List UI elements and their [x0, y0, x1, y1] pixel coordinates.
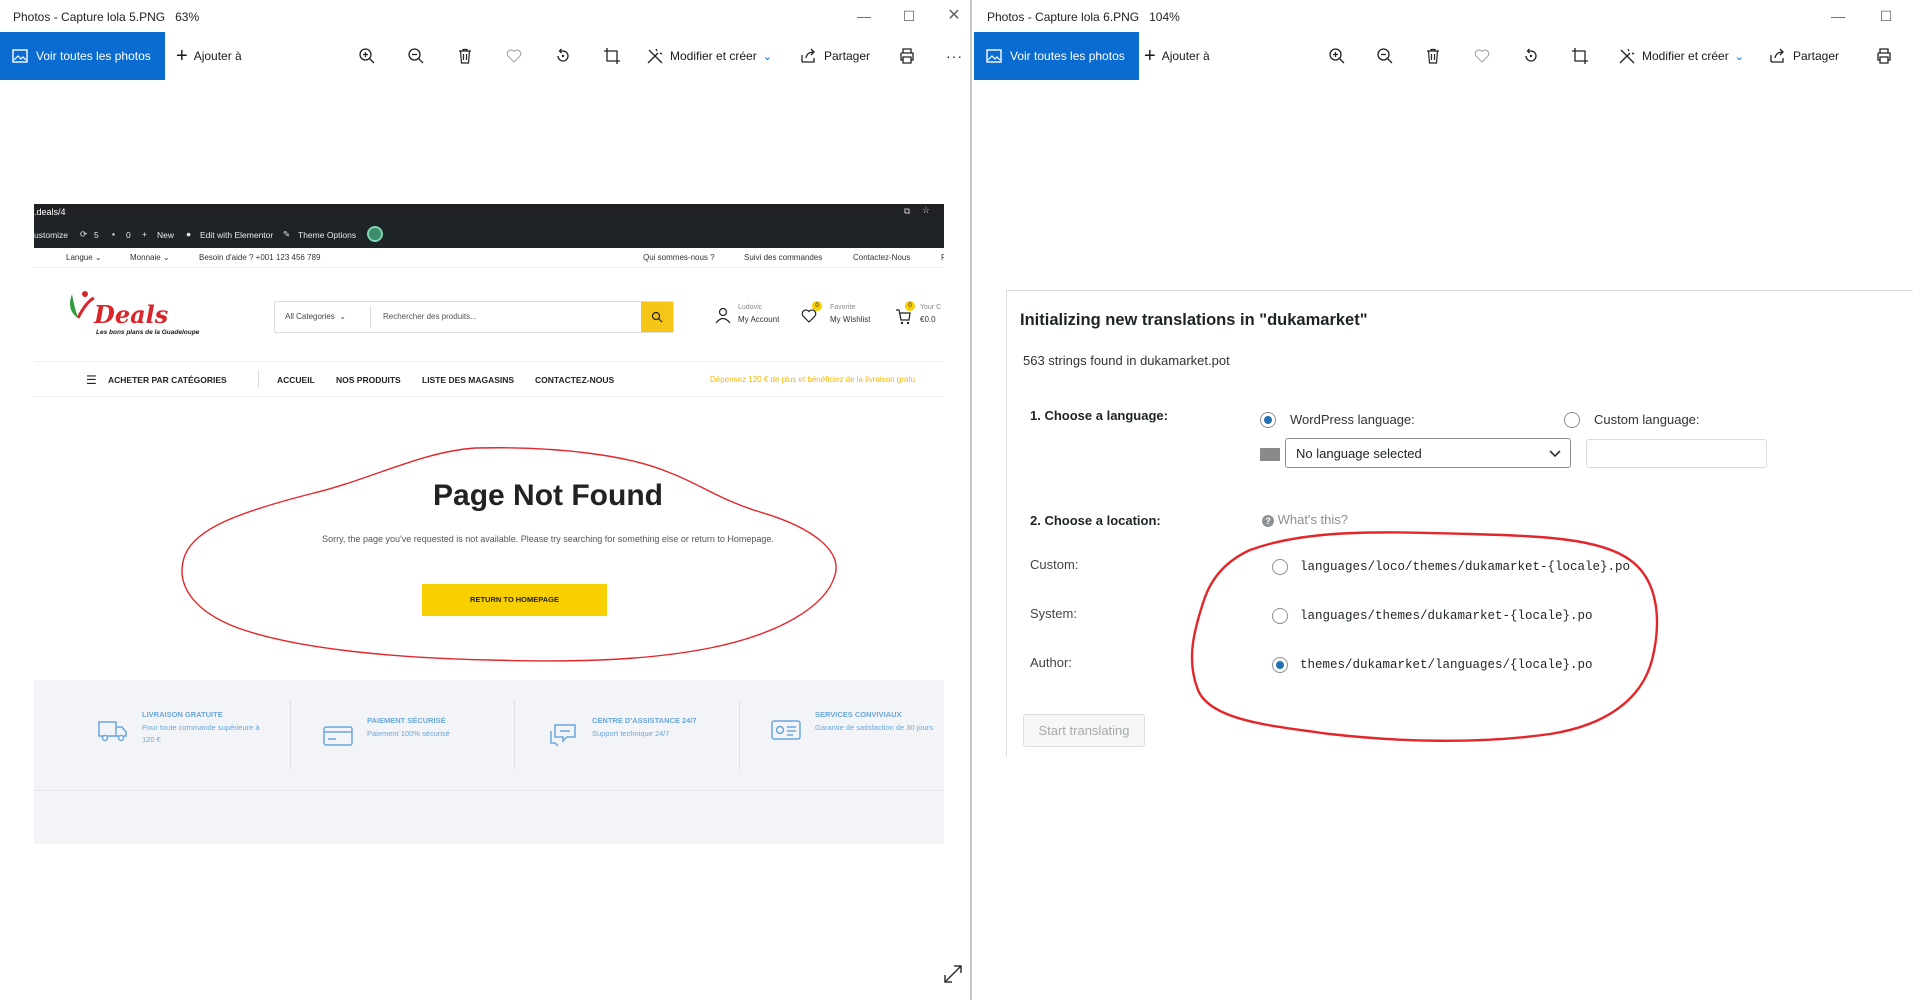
custom-language-label: Custom language:: [1594, 412, 1700, 427]
maximize-button[interactable]: ☐: [1872, 6, 1900, 26]
photos-window-left: Photos - Capture lola 5.PNG 63% — ☐ ✕ Vo…: [0, 0, 972, 1000]
print-button[interactable]: [1875, 32, 1893, 80]
zoom-level: 104%: [1149, 10, 1180, 24]
location-author-label: Author:: [1030, 655, 1072, 670]
edit-create-button[interactable]: Modifier et créer ⌄: [1618, 32, 1744, 80]
zoom-out-icon: [1377, 48, 1393, 64]
wp-language-label: WordPress language:: [1290, 412, 1415, 427]
command-bar: Voir toutes les photos + Ajouter à Modifi…: [974, 32, 1913, 80]
share-label: Partager: [1793, 49, 1840, 63]
view-all-label: Voir toutes les photos: [1010, 49, 1125, 63]
delete-button[interactable]: [1424, 32, 1442, 80]
rotate-icon: [1525, 48, 1537, 62]
title-bar: Photos - Capture lola 6.PNG 104% — ☐: [974, 0, 1913, 32]
zoom-in-button[interactable]: [1328, 32, 1346, 80]
view-all-photos-button[interactable]: Voir toutes les photos: [974, 32, 1139, 80]
share-button[interactable]: Partager: [1769, 32, 1839, 80]
trash-icon: [1427, 48, 1439, 64]
start-translating-button: Start translating: [1023, 714, 1145, 747]
printer-icon: [1877, 48, 1891, 64]
edit-wand-icon: [1619, 48, 1635, 64]
share-icon: [1770, 48, 1784, 63]
crop-icon: [1572, 48, 1588, 64]
minimize-button[interactable]: —: [1824, 6, 1852, 26]
location-custom-label: Custom:: [1030, 557, 1079, 572]
step1-label: 1. Choose a language:: [1030, 408, 1168, 423]
crop-button[interactable]: [1571, 32, 1589, 80]
panel-subtitle: 563 strings found in dukamarket.pot: [1023, 353, 1230, 368]
fullscreen-icon[interactable]: [942, 963, 964, 985]
rotate-button[interactable]: [1522, 32, 1540, 80]
photos-icon: [986, 49, 1002, 63]
chevron-down-icon: ⌄: [1734, 50, 1744, 63]
plus-icon: +: [1144, 44, 1156, 67]
red-annotation-ellipse: [181, 447, 837, 662]
zoom-out-button[interactable]: [1376, 32, 1394, 80]
window-title: Photos - Capture lola 6.PNG 104%: [987, 10, 1180, 24]
language-select: No language selected: [1285, 438, 1571, 468]
custom-language-input: [1586, 439, 1767, 468]
flag-placeholder-icon: [1260, 448, 1280, 461]
location-system-label: System:: [1030, 606, 1077, 621]
custom-language-radio: [1564, 412, 1580, 428]
chevron-down-icon: [1549, 450, 1561, 458]
favorite-button[interactable]: [1473, 32, 1491, 80]
zoom-in-icon: [1329, 48, 1345, 64]
wp-language-radio: [1260, 412, 1276, 428]
add-to-label: Ajouter à: [1161, 49, 1210, 63]
panel-heading: Initializing new translations in "dukama…: [1020, 311, 1368, 329]
red-annotation-loop: [1190, 531, 1659, 742]
edit-create-label: Modifier et créer: [1642, 49, 1729, 63]
heart-icon: [1474, 49, 1490, 63]
language-select-value: No language selected: [1296, 446, 1422, 461]
add-to-button[interactable]: + Ajouter à: [1144, 32, 1210, 80]
step2-label: 2. Choose a location:: [1030, 513, 1161, 528]
